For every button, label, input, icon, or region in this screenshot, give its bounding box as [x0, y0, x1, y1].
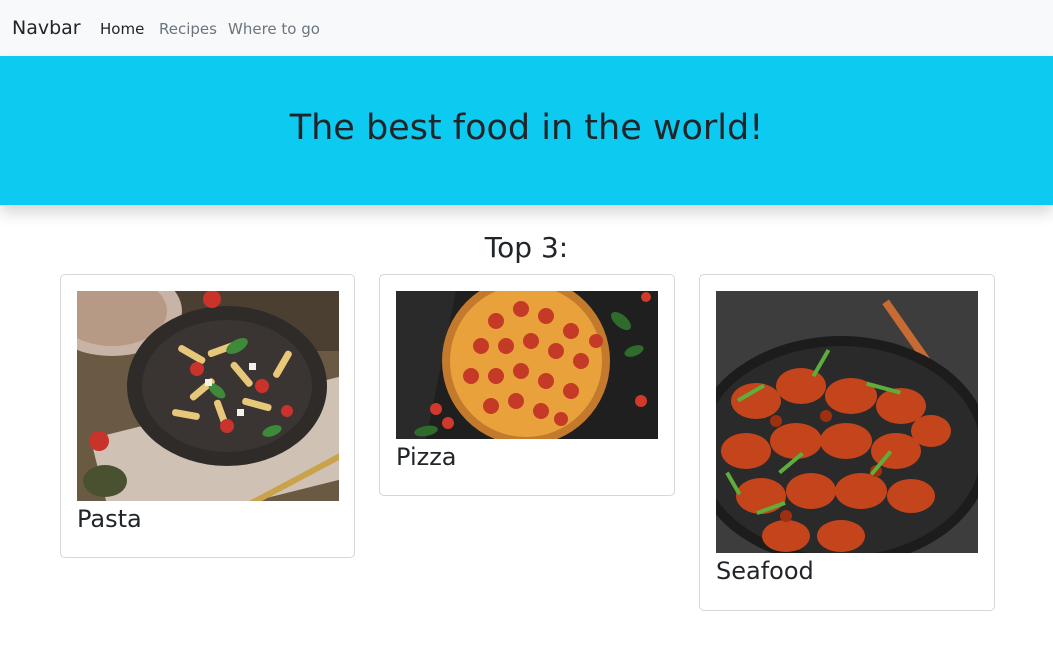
pasta-image [77, 291, 339, 501]
seafood-image [716, 291, 978, 553]
food-card-pizza[interactable]: Pizza [379, 274, 675, 496]
card-title-seafood: Seafood [716, 557, 814, 585]
nav-link-recipes[interactable]: Recipes [159, 18, 217, 40]
nav-link-where-to-go[interactable]: Where to go [228, 18, 320, 40]
hero-title: The best food in the world! [289, 108, 764, 148]
section-title: Top 3: [484, 231, 569, 264]
card-title-pizza: Pizza [396, 443, 457, 471]
food-card-pasta[interactable]: Pasta [60, 274, 355, 558]
food-card-seafood[interactable]: Seafood [699, 274, 995, 611]
card-title-pasta: Pasta [77, 505, 142, 533]
hero-banner: The best food in the world! [0, 56, 1053, 205]
navbar: Navbar Home Recipes Where to go [0, 0, 1053, 56]
nav-link-home[interactable]: Home [100, 18, 144, 40]
pizza-image [396, 291, 658, 439]
navbar-brand[interactable]: Navbar [12, 15, 81, 41]
